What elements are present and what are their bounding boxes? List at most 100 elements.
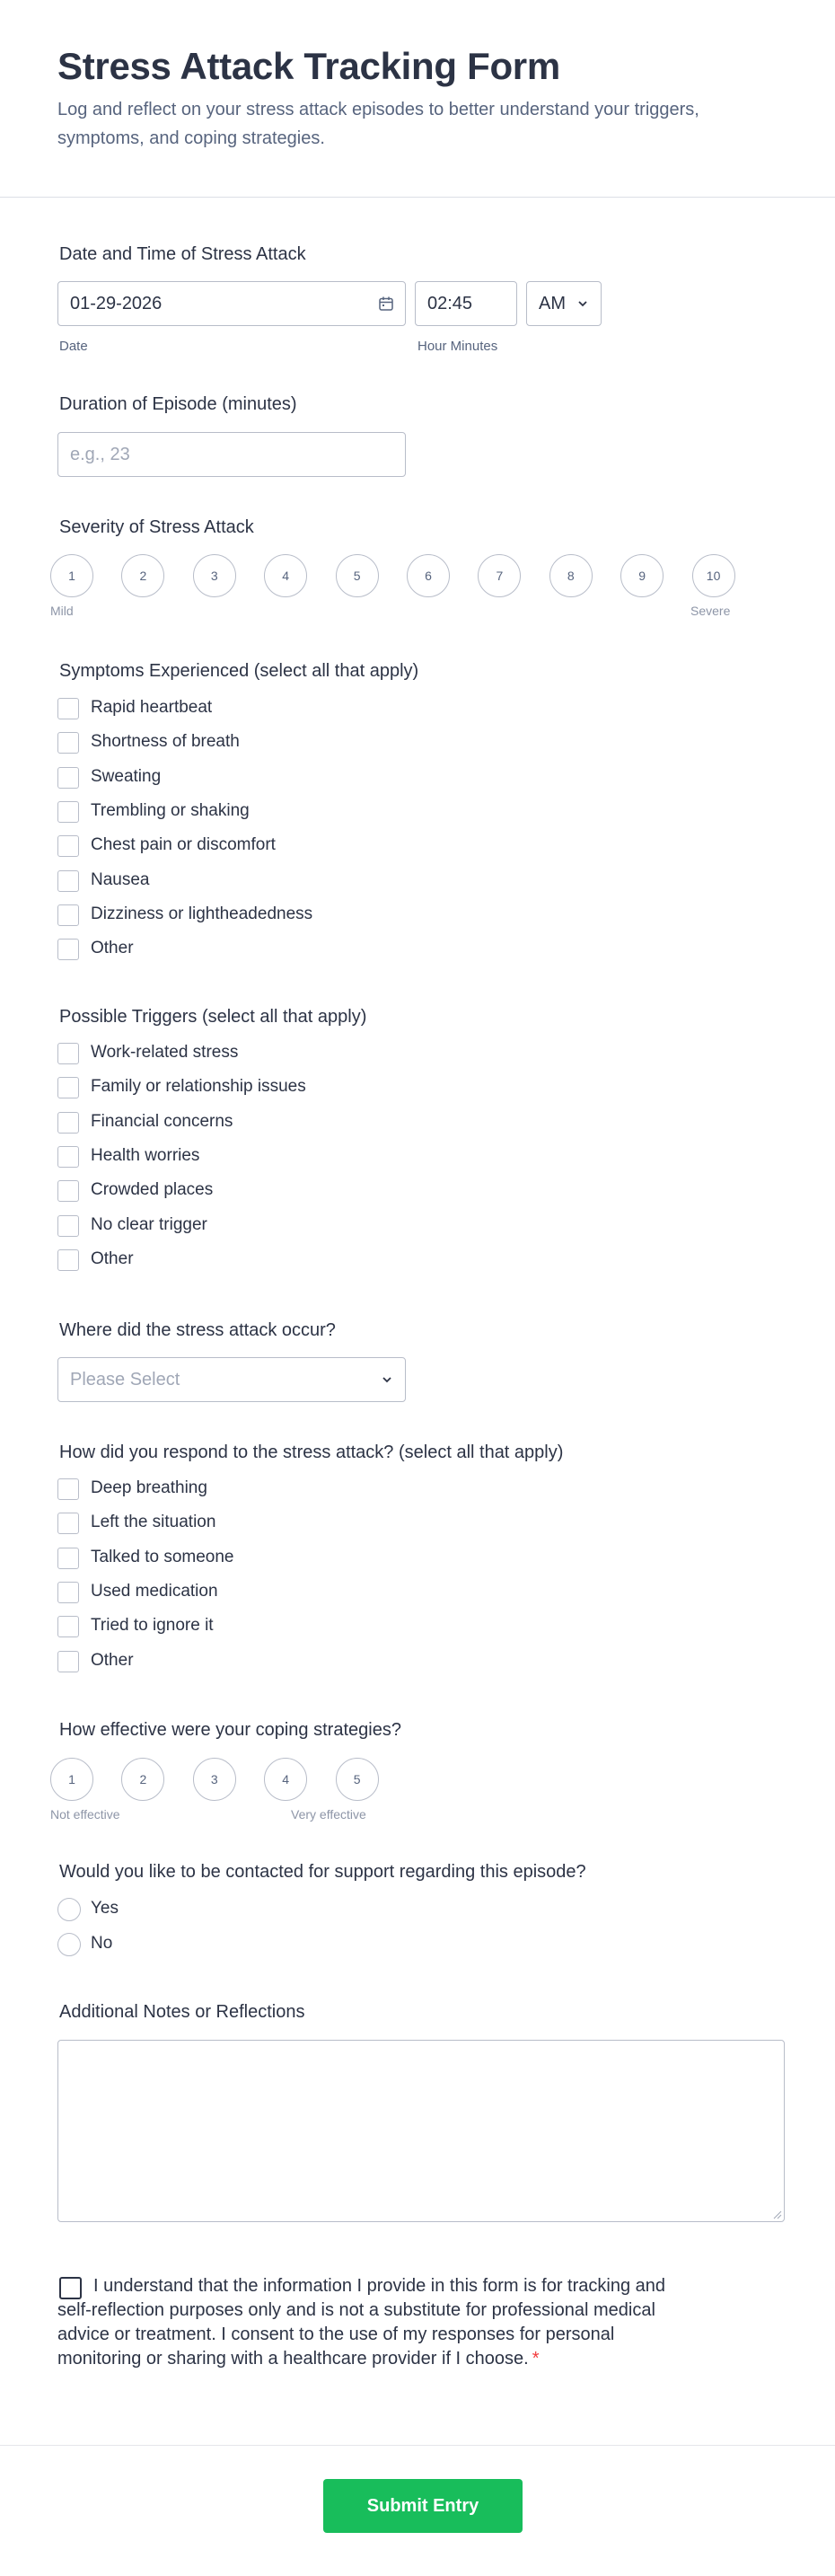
- location-label: Where did the stress attack occur?: [59, 1320, 336, 1340]
- radio-button[interactable]: [57, 1932, 81, 1956]
- contact-label: Would you like to be contacted for suppo…: [59, 1862, 586, 1882]
- checkbox[interactable]: [57, 939, 79, 961]
- footer-divider: [0, 2445, 835, 2446]
- symptom-option-label: Other: [91, 939, 134, 958]
- checkbox[interactable]: [57, 1111, 79, 1134]
- response-label: How did you respond to the stress attack…: [59, 1442, 564, 1462]
- effectiveness-max-label: Very effective: [291, 1807, 366, 1822]
- effectiveness-label: How effective were your coping strategie…: [59, 1720, 401, 1740]
- checkbox[interactable]: [57, 835, 79, 858]
- effectiveness-option-1[interactable]: 1: [50, 1758, 93, 1801]
- datetime-label: Date and Time of Stress Attack: [59, 244, 306, 264]
- checkbox[interactable]: [57, 1513, 79, 1535]
- ampm-value: AM: [539, 294, 566, 313]
- resize-handle-icon[interactable]: [773, 2210, 782, 2219]
- trigger-option-label: Other: [91, 1248, 134, 1268]
- severity-option-9[interactable]: 9: [620, 554, 664, 597]
- checkbox[interactable]: [57, 1180, 79, 1203]
- ampm-select[interactable]: AM: [526, 281, 602, 326]
- effectiveness-min-label: Not effective: [50, 1807, 120, 1822]
- response-option-label: Other: [91, 1650, 134, 1670]
- checkbox[interactable]: [57, 1077, 79, 1099]
- response-option-label: Tried to ignore it: [91, 1616, 214, 1636]
- time-input[interactable]: 02:45: [415, 281, 517, 326]
- effectiveness-option-3[interactable]: 3: [192, 1758, 236, 1801]
- response-option-label: Used medication: [91, 1581, 218, 1601]
- checkbox[interactable]: [57, 1248, 79, 1271]
- severity-option-8[interactable]: 8: [549, 554, 593, 597]
- triggers-label: Possible Triggers (select all that apply…: [59, 1007, 367, 1027]
- response-option-label: Left the situation: [91, 1513, 216, 1532]
- trigger-option-label: Work-related stress: [91, 1043, 239, 1062]
- severity-min-label: Mild: [50, 604, 74, 618]
- severity-option-5[interactable]: 5: [335, 554, 379, 597]
- consent-statement: I understand that the information I prov…: [57, 2276, 665, 2369]
- trigger-option-label: Crowded places: [91, 1180, 214, 1200]
- checkbox[interactable]: [57, 800, 79, 823]
- contact-option-label: Yes: [91, 1899, 119, 1918]
- severity-option-7[interactable]: 7: [478, 554, 522, 597]
- form-subtitle: Log and reflect on your stress attack ep…: [57, 100, 699, 148]
- checkbox[interactable]: [57, 904, 79, 926]
- location-select[interactable]: Please Select: [57, 1357, 406, 1402]
- checkbox[interactable]: [57, 1616, 79, 1638]
- checkbox[interactable]: [57, 869, 79, 892]
- symptom-option-label: Dizziness or lightheadedness: [91, 904, 313, 923]
- date-value: 01-29-2026: [70, 294, 163, 313]
- severity-option-6[interactable]: 6: [407, 554, 450, 597]
- form-header: Stress Attack Tracking Form Log and refl…: [0, 0, 835, 198]
- radio-button[interactable]: [57, 1898, 81, 1921]
- severity-max-label: Severe: [690, 604, 731, 618]
- calendar-icon[interactable]: [378, 296, 394, 312]
- chevron-down-icon: [578, 301, 587, 307]
- checkbox[interactable]: [57, 1145, 79, 1168]
- submit-button[interactable]: Submit Entry: [323, 2479, 523, 2533]
- checkbox[interactable]: [57, 1581, 79, 1603]
- duration-placeholder: e.g., 23: [70, 445, 130, 464]
- symptom-option-label: Nausea: [91, 869, 150, 889]
- duration-label: Duration of Episode (minutes): [59, 394, 297, 414]
- checkbox[interactable]: [57, 1214, 79, 1237]
- response-option-label: Talked to someone: [91, 1547, 234, 1566]
- duration-input[interactable]: e.g., 23: [57, 432, 406, 477]
- checkbox[interactable]: [57, 1547, 79, 1569]
- response-option-label: Deep breathing: [91, 1478, 207, 1497]
- symptoms-label: Symptoms Experienced (select all that ap…: [59, 661, 419, 681]
- checkbox[interactable]: [57, 1650, 79, 1672]
- chevron-down-icon: [382, 1377, 391, 1383]
- symptom-option-label: Trembling or shaking: [91, 800, 250, 820]
- effectiveness-option-5[interactable]: 5: [335, 1758, 379, 1801]
- severity-option-3[interactable]: 3: [192, 554, 236, 597]
- required-asterisk: *: [532, 2349, 540, 2369]
- checkbox[interactable]: [57, 766, 79, 789]
- form-title: Stress Attack Tracking Form: [57, 45, 560, 87]
- symptom-option-label: Sweating: [91, 766, 162, 786]
- notes-textarea[interactable]: [57, 2040, 785, 2222]
- checkbox[interactable]: [57, 698, 79, 719]
- date-input[interactable]: 01-29-2026: [57, 281, 406, 326]
- trigger-option-label: Family or relationship issues: [91, 1077, 306, 1097]
- severity-option-2[interactable]: 2: [121, 554, 165, 597]
- severity-option-10[interactable]: 10: [691, 554, 735, 597]
- severity-label: Severity of Stress Attack: [59, 517, 254, 537]
- checkbox[interactable]: [57, 1043, 79, 1064]
- trigger-option-label: Health worries: [91, 1145, 200, 1165]
- symptom-option-label: Chest pain or discomfort: [91, 835, 276, 855]
- trigger-option-label: No clear trigger: [91, 1214, 207, 1234]
- effectiveness-option-4[interactable]: 4: [264, 1758, 308, 1801]
- contact-option-label: No: [91, 1933, 113, 1953]
- time-value: 02:45: [427, 294, 473, 313]
- consent-text: I understand that the information I prov…: [57, 2274, 686, 2371]
- symptom-option-label: Rapid heartbeat: [91, 698, 213, 717]
- severity-option-4[interactable]: 4: [264, 554, 308, 597]
- time-sublabel: Hour Minutes: [418, 339, 498, 354]
- checkbox[interactable]: [57, 1478, 79, 1500]
- date-sublabel: Date: [59, 339, 88, 354]
- severity-option-1[interactable]: 1: [50, 554, 93, 597]
- effectiveness-option-2[interactable]: 2: [121, 1758, 165, 1801]
- location-placeholder: Please Select: [70, 1370, 180, 1389]
- checkbox[interactable]: [57, 732, 79, 754]
- notes-label: Additional Notes or Reflections: [59, 2002, 305, 2022]
- trigger-option-label: Financial concerns: [91, 1111, 233, 1131]
- symptom-option-label: Shortness of breath: [91, 732, 240, 752]
